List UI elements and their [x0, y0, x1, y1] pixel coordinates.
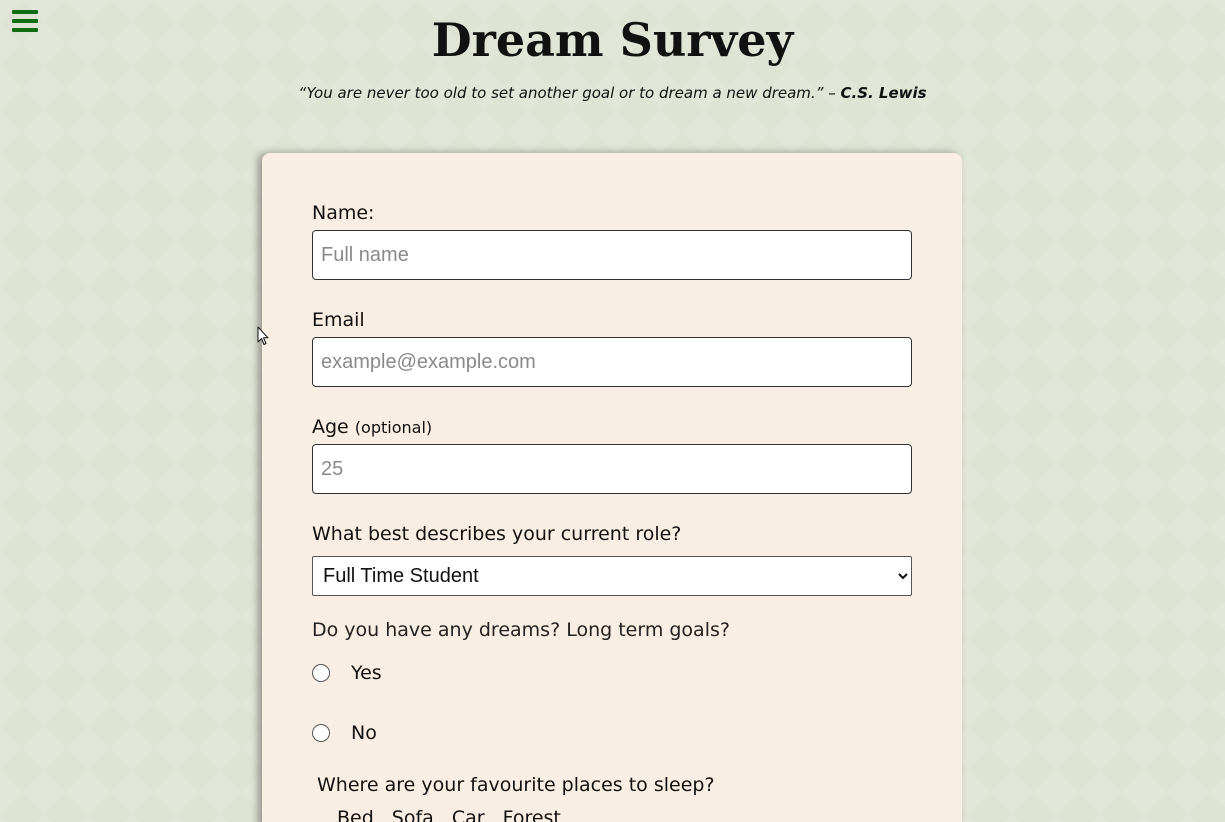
places-options: Bed Sofa Car Forest: [337, 807, 561, 822]
name-label: Name:: [312, 202, 375, 224]
age-optional-hint: (optional): [354, 418, 433, 437]
role-select[interactable]: Full Time Student: [312, 556, 912, 596]
quote-author: C.S. Lewis: [840, 84, 927, 102]
dreams-question: Do you have any dreams? Long term goals?: [312, 619, 730, 641]
age-input[interactable]: [312, 444, 912, 494]
radio-button[interactable]: [312, 664, 330, 682]
age-label-text: Age: [312, 416, 349, 438]
radio-label-yes: Yes: [351, 662, 382, 684]
place-option-bed[interactable]: Bed: [337, 807, 374, 822]
quote-text: “You are never too old to set another go…: [298, 84, 841, 102]
dreams-option-yes[interactable]: Yes: [312, 661, 382, 685]
page-title: Dream Survey: [431, 13, 794, 67]
dreams-option-no[interactable]: No: [312, 721, 377, 745]
quote: “You are never too old to set another go…: [0, 84, 1225, 102]
mouse-pointer-icon: [257, 326, 269, 345]
place-option-car[interactable]: Car: [452, 807, 485, 822]
radio-label-no: No: [351, 722, 377, 744]
place-option-forest[interactable]: Forest: [503, 807, 561, 822]
radio-button[interactable]: [312, 724, 330, 742]
place-option-sofa[interactable]: Sofa: [392, 807, 434, 822]
survey-form: Name: Email Age (optional) What best des…: [262, 153, 962, 822]
age-label: Age (optional): [312, 416, 432, 438]
name-input[interactable]: [312, 230, 912, 280]
email-label: Email: [312, 309, 365, 331]
places-question: Where are your favourite places to sleep…: [317, 774, 715, 796]
role-label: What best describes your current role?: [312, 523, 682, 545]
email-input[interactable]: [312, 337, 912, 387]
